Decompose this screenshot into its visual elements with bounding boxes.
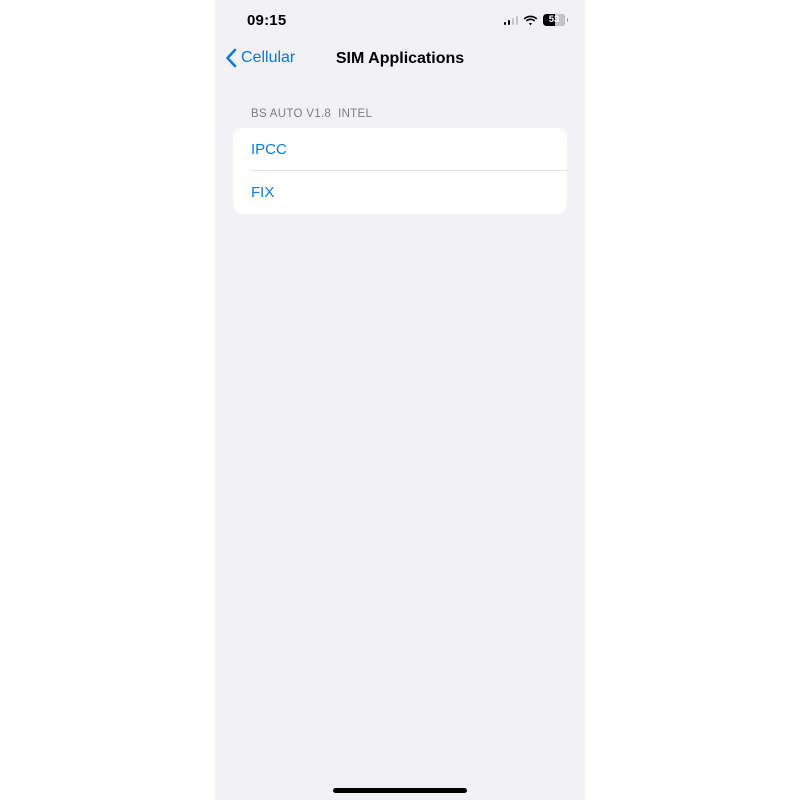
home-indicator[interactable] xyxy=(333,788,467,793)
list-item-label: IPCC xyxy=(251,141,287,158)
status-time: 09:15 xyxy=(247,12,287,29)
list-item-ipcc[interactable]: IPCC xyxy=(233,128,567,171)
page-title: SIM Applications xyxy=(335,50,465,67)
status-icons: 53 xyxy=(503,13,568,27)
cellular-signal-icon xyxy=(503,15,518,25)
phone-screen: 09:15 53 Cellular SIM Applications BS AU… xyxy=(215,0,585,800)
battery-icon: 53 xyxy=(543,14,568,26)
list-item-label: FIX xyxy=(251,184,275,201)
battery-level: 53 xyxy=(548,14,560,25)
navigation-bar: Cellular SIM Applications xyxy=(215,42,585,76)
list-item-fix[interactable]: FIX xyxy=(233,171,567,214)
section-header: BS AUTO V1.8 INTEL xyxy=(251,108,373,120)
status-bar: 09:15 53 xyxy=(215,0,585,40)
wifi-icon xyxy=(523,15,538,26)
sim-applications-list: IPCC FIX xyxy=(233,128,567,214)
